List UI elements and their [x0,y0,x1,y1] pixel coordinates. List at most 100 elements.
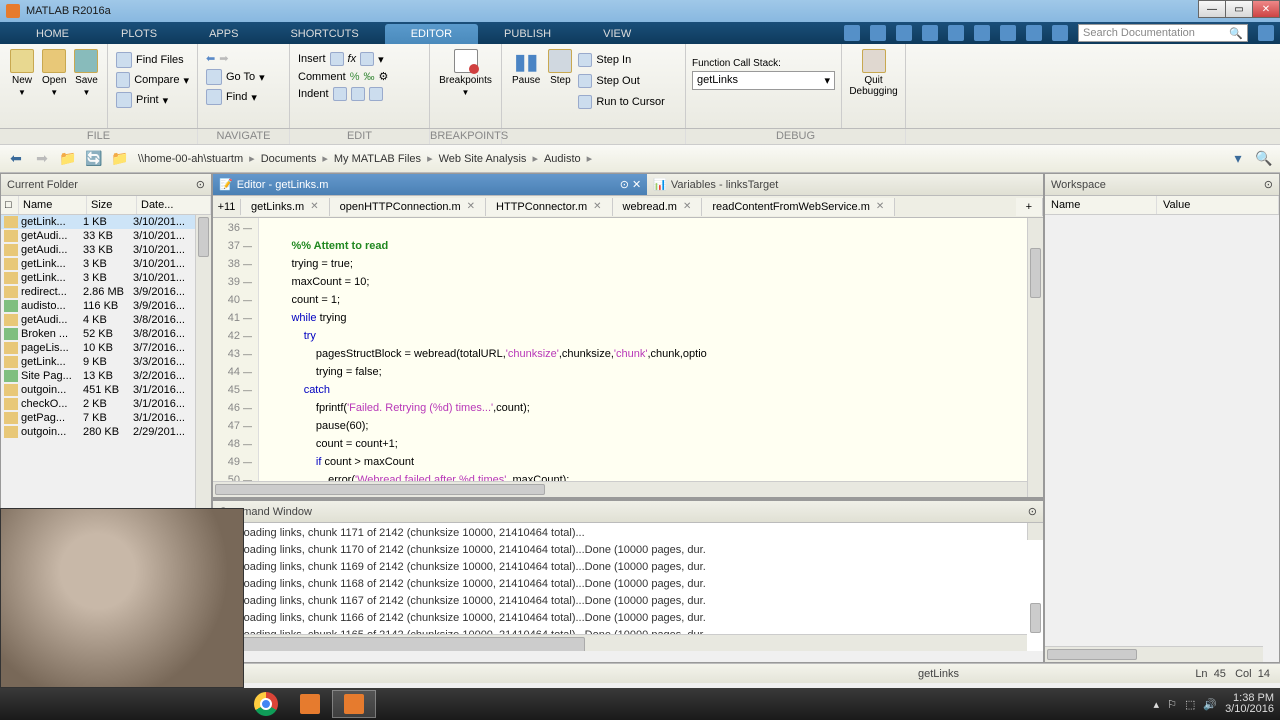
table-header[interactable]: □ Name Size Date... [1,196,211,215]
forward-icon[interactable]: ➡ [219,52,228,65]
tray-up-icon[interactable]: ▴ [1154,698,1160,711]
new-tab-button[interactable]: + [1016,198,1043,216]
toolbar-icon[interactable] [1026,25,1042,41]
panel-menu-icon[interactable]: ⊙ [196,178,205,191]
scrollbar[interactable] [213,481,1027,497]
breakpoints-button[interactable]: Breakpoints▼ [436,47,495,99]
close-icon[interactable]: ✕ [683,201,691,212]
chevron-right-icon[interactable]: ▸ [528,152,542,165]
print-button[interactable]: Print ▾ [114,90,191,110]
file-row[interactable]: audisto...116 KB3/9/2016... [1,299,211,313]
tray-clock[interactable]: 1:38 PM3/10/2016 [1225,693,1274,715]
file-row[interactable]: getPag...7 KB3/1/2016... [1,411,211,425]
toolbar-icon[interactable] [896,25,912,41]
maximize-button[interactable]: ▭ [1225,0,1253,18]
scrollbar[interactable] [1027,523,1043,540]
editor-body[interactable]: 36 —37 —38 —39 —40 —41 —42 —43 —44 —45 —… [213,218,1043,497]
chevron-right-icon[interactable]: ▸ [583,152,597,165]
chevron-right-icon[interactable]: ▸ [318,152,332,165]
step-out-button[interactable]: Step Out [576,72,666,90]
comment-button[interactable]: Comment % ‰ ⚙ [296,68,423,85]
back-button[interactable]: ⬅ [6,149,26,169]
pause-button[interactable]: ▮▮Pause [508,47,544,111]
file-row[interactable]: Site Pag...13 KB3/2/2016... [1,369,211,383]
close-icon[interactable]: ✕ [467,201,475,212]
close-icon[interactable]: ✕ [876,201,884,212]
search-button[interactable]: 🔍 [1254,149,1274,169]
chevron-right-icon[interactable]: ▸ [423,152,437,165]
breadcrumb-item[interactable]: Documents [259,153,319,165]
row-selector[interactable]: +11 [213,199,241,215]
find-button[interactable]: Find ▾ [204,87,283,107]
file-row[interactable]: getAudi...33 KB3/10/201... [1,229,211,243]
toolbar-icon[interactable] [844,25,860,41]
tray-icon[interactable]: ⚐ [1167,698,1177,711]
file-row[interactable]: getLink...1 KB3/10/201... [1,215,211,229]
browse-dropdown[interactable]: ▾ [1228,149,1248,169]
file-row[interactable]: pageLis...10 KB3/7/2016... [1,341,211,355]
file-row[interactable]: checkO...2 KB3/1/2016... [1,397,211,411]
file-row[interactable]: outgoin...280 KB2/29/201... [1,425,211,439]
panel-menu-icon[interactable]: ⊙ [1264,178,1273,191]
editor-tab[interactable]: HTTPConnector.m✕ [486,198,612,216]
table-header[interactable]: Name Value [1045,196,1279,215]
ribbon-tab-view[interactable]: VIEW [577,24,657,44]
breadcrumb-item[interactable]: \\home-00-ah\stuartm [136,153,245,165]
editor-tab[interactable]: webread.m✕ [613,198,703,216]
quit-debugging-button[interactable]: Quit Debugging [848,47,899,99]
forward-button[interactable]: ➡ [32,149,52,169]
goto-button[interactable]: Go To ▾ [204,67,283,87]
file-row[interactable]: getLink...3 KB3/10/201... [1,257,211,271]
file-row[interactable]: Broken ...52 KB3/8/2016... [1,327,211,341]
actions-icon[interactable]: ⊙ [620,179,629,191]
save-button[interactable]: Save▼ [70,47,102,99]
back-icon[interactable]: ⬅ [206,52,215,65]
taskbar-chrome[interactable] [244,690,288,718]
up-button[interactable]: 📁 [58,149,78,169]
call-stack-dropdown[interactable]: getLinks▾ [692,71,835,90]
refresh-button[interactable]: 🔄 [84,149,104,169]
toolbar-icon[interactable] [922,25,938,41]
ribbon-tab-home[interactable]: HOME [10,24,95,44]
taskbar-matlab-active[interactable] [332,690,376,718]
breadcrumb-item[interactable]: Audisto [542,153,583,165]
compare-button[interactable]: Compare ▾ [114,70,191,90]
variables-header[interactable]: 📊Variables - linksTarget [647,174,1043,196]
ribbon-tab-editor[interactable]: EDITOR [385,24,478,44]
new-button[interactable]: New▼ [6,47,38,99]
ribbon-tab-plots[interactable]: PLOTS [95,24,183,44]
file-row[interactable]: outgoin...451 KB3/1/2016... [1,383,211,397]
run-to-cursor-button[interactable]: Run to Cursor [576,93,666,111]
file-row[interactable]: getLink...3 KB3/10/201... [1,271,211,285]
step-button[interactable]: Step [544,47,576,111]
editor-header[interactable]: 📝Editor - getLinks.m⊙ ✕ [213,174,647,196]
close-icon[interactable]: ✕ [593,201,601,212]
search-documentation[interactable]: Search Documentation🔍 [1078,24,1248,42]
indent-button[interactable]: Indent [296,85,423,103]
editor-tab[interactable]: getLinks.m✕ [241,198,330,216]
ribbon-tab-publish[interactable]: PUBLISH [478,24,577,44]
taskbar-matlab[interactable] [288,690,332,718]
toolbar-icon[interactable] [1000,25,1016,41]
file-row[interactable]: getLink...9 KB3/3/2016... [1,355,211,369]
close-icon[interactable]: ✕ [632,179,641,191]
file-row[interactable]: getAudi...33 KB3/10/201... [1,243,211,257]
tray-icon[interactable]: ⬚ [1185,698,1195,711]
insert-button[interactable]: Insert fx ▾ [296,50,423,68]
file-row[interactable]: redirect...2.86 MB3/9/2016... [1,285,211,299]
ribbon-tab-shortcuts[interactable]: SHORTCUTS [264,24,384,44]
open-button[interactable]: Open▼ [38,47,70,99]
help-icon[interactable] [1052,25,1068,41]
toolbar-icon[interactable] [974,25,990,41]
editor-tab[interactable]: readContentFromWebService.m✕ [702,198,895,216]
toolbar-icon[interactable] [948,25,964,41]
minimize-button[interactable]: — [1198,0,1226,18]
file-row[interactable]: getAudi...4 KB3/8/2016... [1,313,211,327]
scrollbar[interactable] [1045,646,1263,662]
close-button[interactable]: ✕ [1252,0,1280,18]
panel-menu-icon[interactable]: ⊙ [1028,505,1037,518]
find-files-button[interactable]: Find Files [114,50,191,70]
scrollbar[interactable] [213,634,1027,651]
tray-icon[interactable]: 🔊 [1203,698,1217,711]
breadcrumb-item[interactable]: Web Site Analysis [437,153,529,165]
